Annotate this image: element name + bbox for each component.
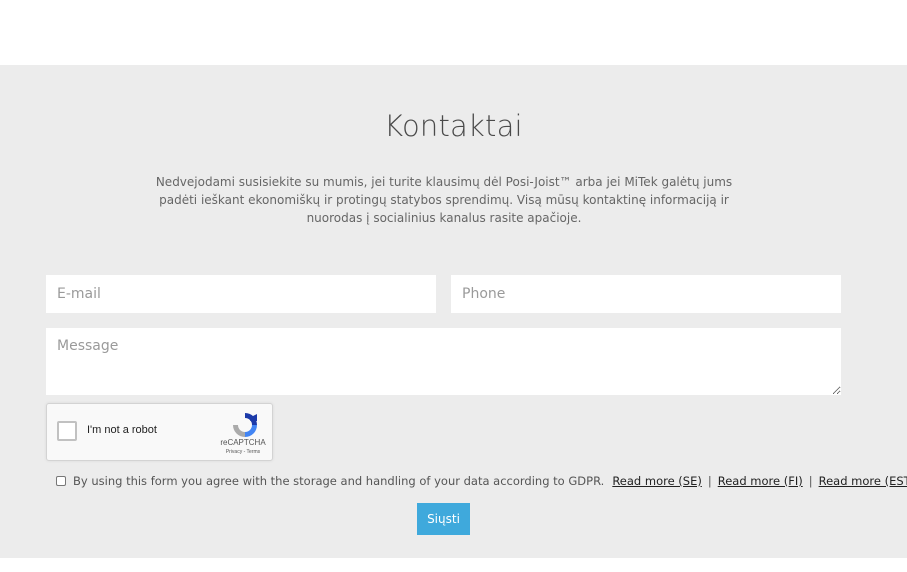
recaptcha-label: I'm not a robot xyxy=(87,424,157,436)
recaptcha-privacy-terms[interactable]: Privacy - Terms xyxy=(215,449,271,455)
contact-section: Kontaktai Nedvejodami susisiekite su mum… xyxy=(0,65,907,558)
link-separator: | xyxy=(707,474,712,488)
link-separator: | xyxy=(808,474,813,488)
recaptcha-checkbox[interactable] xyxy=(57,421,77,441)
gdpr-link-est[interactable]: Read more (EST) xyxy=(819,474,907,488)
email-field[interactable] xyxy=(46,275,436,313)
message-field[interactable] xyxy=(46,328,841,395)
recaptcha-logo-icon xyxy=(233,413,257,437)
top-blank-area xyxy=(0,0,907,65)
bottom-blank-area xyxy=(0,558,907,572)
gdpr-consent-row: By using this form you agree with the st… xyxy=(56,472,907,490)
submit-button[interactable]: Siųsti xyxy=(417,503,470,535)
recaptcha-widget: I'm not a robot reCAPTCHA Privacy - Term… xyxy=(46,403,273,461)
gdpr-checkbox[interactable] xyxy=(56,476,66,486)
recaptcha-brand: reCAPTCHA xyxy=(220,438,266,447)
gdpr-link-se[interactable]: Read more (SE) xyxy=(612,474,702,488)
phone-field[interactable] xyxy=(451,275,841,313)
page-title: Kontaktai xyxy=(384,109,523,143)
intro-text: Nedvejodami susisiekite su mumis, jei tu… xyxy=(155,175,733,225)
gdpr-link-fi[interactable]: Read more (FI) xyxy=(718,474,803,488)
gdpr-text: By using this form you agree with the st… xyxy=(73,474,605,488)
